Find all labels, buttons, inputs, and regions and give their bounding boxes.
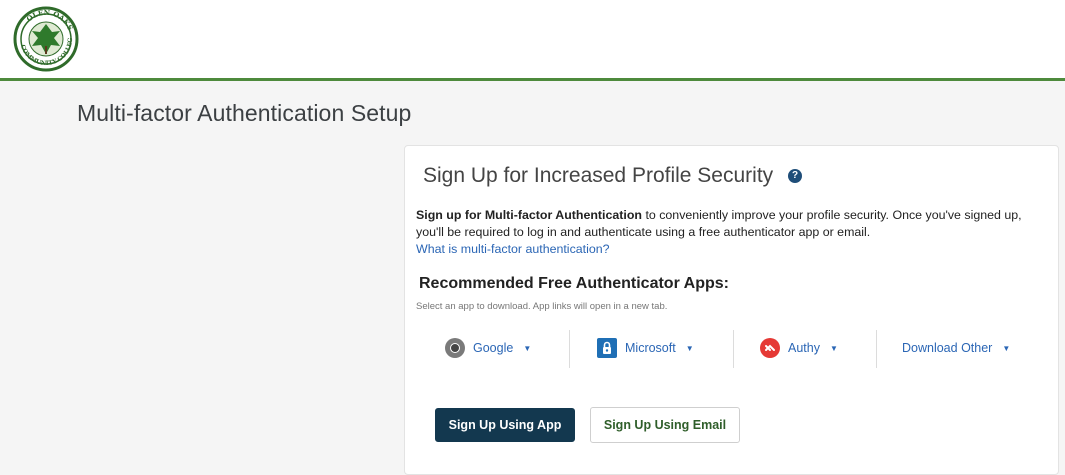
microsoft-authenticator-icon bbox=[597, 338, 617, 358]
chevron-down-icon: ▼ bbox=[685, 343, 694, 353]
authy-icon bbox=[760, 338, 780, 358]
divider bbox=[569, 330, 570, 368]
download-other-dropdown[interactable]: Download Other ▼ bbox=[902, 328, 1010, 368]
google-app-dropdown[interactable]: Google ▼ bbox=[445, 328, 531, 368]
divider bbox=[876, 330, 877, 368]
card-description: Sign up for Multi-factor Authentication … bbox=[416, 207, 1051, 258]
recommended-apps-title: Recommended Free Authenticator Apps: bbox=[419, 275, 729, 292]
sign-up-using-app-button[interactable]: Sign Up Using App bbox=[435, 408, 575, 442]
mfa-signup-card: Sign Up for Increased Profile Security ?… bbox=[404, 145, 1059, 475]
microsoft-app-dropdown[interactable]: Microsoft ▼ bbox=[597, 328, 694, 368]
chevron-down-icon: ▼ bbox=[523, 343, 532, 353]
google-authenticator-icon bbox=[445, 338, 465, 358]
description-bold: Sign up for Multi-factor Authentication bbox=[416, 208, 642, 222]
card-title: Sign Up for Increased Profile Security bbox=[423, 164, 774, 187]
sign-up-using-email-button[interactable]: Sign Up Using Email bbox=[590, 407, 740, 443]
authenticator-apps-row: Google ▼ Microsoft ▼ Authy ▼ Download Ot… bbox=[405, 328, 1060, 370]
recommended-apps-subtitle: Select an app to download. App links wil… bbox=[416, 301, 668, 312]
authy-app-label: Authy bbox=[788, 341, 820, 355]
page-title: Multi-factor Authentication Setup bbox=[77, 100, 412, 126]
chevron-down-icon: ▼ bbox=[829, 343, 838, 353]
microsoft-app-label: Microsoft bbox=[625, 341, 676, 355]
download-other-label: Download Other bbox=[902, 341, 993, 355]
divider bbox=[733, 330, 734, 368]
question-circle-icon[interactable]: ? bbox=[788, 169, 802, 183]
google-app-label: Google bbox=[473, 341, 514, 355]
site-header: OLEN OAKS COMMUNITY COLLEGE bbox=[0, 0, 1065, 81]
chevron-down-icon: ▼ bbox=[1002, 343, 1011, 353]
college-seal-logo[interactable]: OLEN OAKS COMMUNITY COLLEGE bbox=[6, 1, 84, 72]
what-is-mfa-link[interactable]: What is multi-factor authentication? bbox=[416, 241, 1051, 258]
authy-app-dropdown[interactable]: Authy ▼ bbox=[760, 328, 838, 368]
